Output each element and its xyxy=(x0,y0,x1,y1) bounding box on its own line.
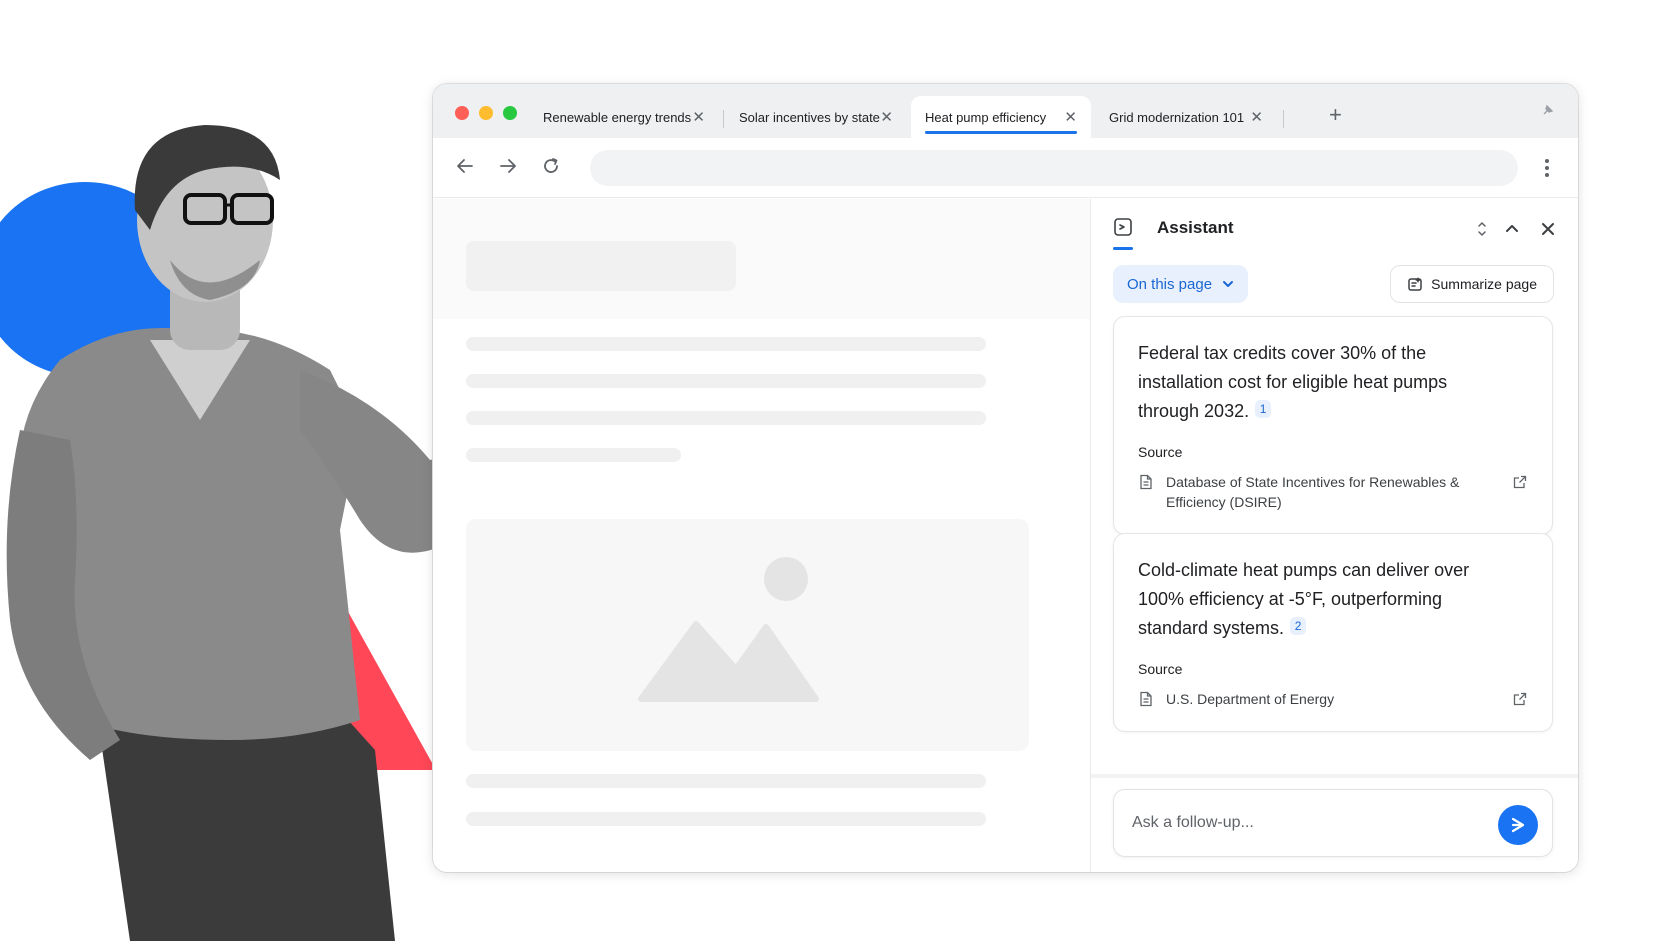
address-bar[interactable] xyxy=(590,150,1518,186)
forward-arrow-icon[interactable] xyxy=(496,154,520,178)
tab-label: Heat pump efficiency xyxy=(925,109,1047,125)
scope-label: On this page xyxy=(1127,275,1213,293)
answer-text: Cold-climate heat pumps can deliver over… xyxy=(1138,560,1470,638)
scope-dropdown[interactable]: On this page xyxy=(1113,265,1249,303)
back-arrow-icon[interactable] xyxy=(453,154,477,178)
assistant-panel-icon[interactable] xyxy=(1113,217,1133,237)
source-name: Database of State Incentives for Renewab… xyxy=(1166,474,1460,510)
scroll-divider xyxy=(1091,774,1578,778)
summarize-icon xyxy=(1408,277,1422,291)
text-line-placeholder xyxy=(466,448,681,462)
tab-renewable-energy-trends[interactable]: Renewable energy trends ✕ xyxy=(529,96,719,138)
text-line-placeholder xyxy=(466,774,986,788)
window-close-dot[interactable] xyxy=(455,106,469,120)
page-content-placeholder xyxy=(433,199,1090,872)
close-panel-icon[interactable] xyxy=(1538,219,1558,239)
chevron-up-icon[interactable] xyxy=(1502,219,1522,239)
text-line-placeholder xyxy=(466,374,986,388)
source-link[interactable]: U.S. Department of Energy xyxy=(1138,689,1528,709)
more-menu-icon[interactable] xyxy=(1544,158,1550,183)
source-label: Source xyxy=(1138,661,1183,677)
title-placeholder xyxy=(466,241,736,291)
tab-bar: Renewable energy trends ✕ Solar incentiv… xyxy=(433,84,1578,138)
text-line-placeholder xyxy=(466,812,986,826)
send-button[interactable] xyxy=(1498,805,1538,845)
document-icon xyxy=(1140,474,1152,490)
assistant-title: Assistant xyxy=(1157,218,1234,237)
window-minimize-dot[interactable] xyxy=(479,106,493,120)
tab-solar-incentives[interactable]: Solar incentives by state ✕ xyxy=(725,96,907,138)
external-link-icon[interactable] xyxy=(1512,691,1528,707)
image-placeholder xyxy=(466,519,1029,751)
chevron-down-icon xyxy=(1223,281,1234,287)
presenter-illustration xyxy=(6,125,460,941)
new-tab-plus-icon[interactable]: + xyxy=(1329,102,1342,128)
close-icon[interactable]: ✕ xyxy=(1064,108,1077,126)
tab-heat-pump-efficiency[interactable]: Heat pump efficiency ✕ xyxy=(911,96,1091,138)
answer-card: Federal tax credits cover 30% of the ins… xyxy=(1113,316,1553,535)
panel-icon-indicator xyxy=(1113,247,1133,250)
tab-separator xyxy=(1283,110,1284,128)
tab-grid-modernization[interactable]: Grid modernization 101 ✕ xyxy=(1095,96,1277,138)
pin-icon[interactable] xyxy=(1542,104,1554,119)
external-link-icon[interactable] xyxy=(1512,474,1528,490)
summarize-label: Summarize page xyxy=(1431,276,1537,292)
tab-label: Solar incentives by state xyxy=(739,109,880,125)
document-icon xyxy=(1140,691,1152,707)
close-icon[interactable]: ✕ xyxy=(692,108,705,126)
text-line-placeholder xyxy=(466,337,986,351)
reload-icon[interactable] xyxy=(539,154,563,178)
expand-icon[interactable] xyxy=(1472,219,1492,239)
source-link[interactable]: Database of State Incentives for Renewab… xyxy=(1138,472,1528,512)
close-icon[interactable]: ✕ xyxy=(880,108,893,126)
source-label: Source xyxy=(1138,444,1183,460)
text-line-placeholder xyxy=(466,411,986,425)
close-icon[interactable]: ✕ xyxy=(1250,108,1263,126)
tab-label: Renewable energy trends xyxy=(543,109,692,125)
window-zoom-dot[interactable] xyxy=(503,106,517,120)
image-placeholder-icon xyxy=(638,557,819,702)
citation-badge[interactable]: 1 xyxy=(1255,400,1272,418)
stage: Renewable energy trends ✕ Solar incentiv… xyxy=(0,0,1672,941)
answer-text: Federal tax credits cover 30% of the ins… xyxy=(1138,343,1448,421)
summarize-page-button[interactable]: Summarize page xyxy=(1390,265,1554,303)
citation-badge[interactable]: 2 xyxy=(1290,617,1307,635)
tab-label: Grid modernization 101 xyxy=(1109,109,1245,125)
send-arrow-icon xyxy=(1511,817,1525,833)
source-name: U.S. Department of Energy xyxy=(1166,691,1335,707)
follow-up-placeholder: Ask a follow-up... xyxy=(1132,814,1254,831)
tab-separator xyxy=(723,110,724,128)
answer-card: Cold-climate heat pumps can deliver over… xyxy=(1113,533,1553,732)
assistant-panel: Assistant On this page Summarize page Fe… xyxy=(1090,199,1578,872)
active-tab-indicator xyxy=(925,131,1077,134)
browser-toolbar xyxy=(433,138,1578,198)
follow-up-input[interactable]: Ask a follow-up... xyxy=(1113,789,1553,857)
browser-window: Renewable energy trends ✕ Solar incentiv… xyxy=(433,84,1578,872)
assistant-header: Assistant xyxy=(1091,199,1578,259)
